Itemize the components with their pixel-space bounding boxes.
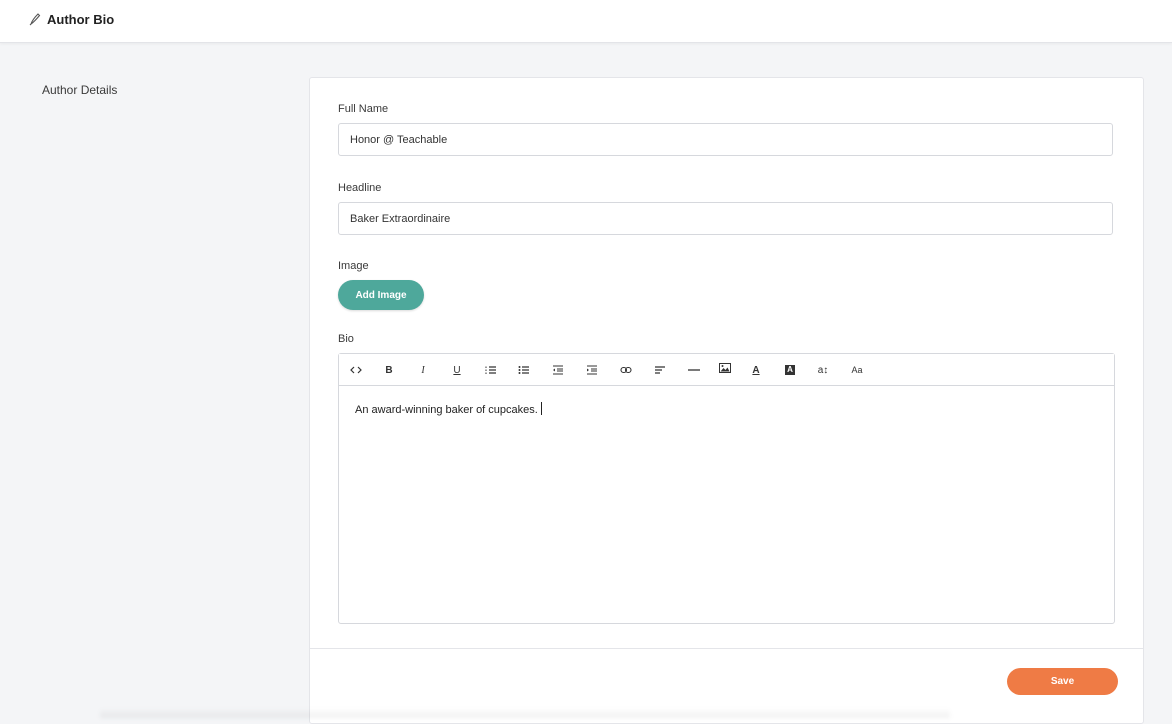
page-title: Author Bio	[47, 12, 115, 27]
pen-nib-icon	[29, 12, 41, 26]
bio-label: Bio	[338, 333, 354, 345]
save-button[interactable]: Save	[1007, 668, 1118, 695]
editor-toolbar: B I U A A a↕ Aa	[339, 354, 1114, 386]
insert-image-icon[interactable]	[717, 360, 733, 376]
add-image-button[interactable]: Add Image	[338, 280, 424, 310]
bold-button[interactable]: B	[381, 362, 397, 378]
card-divider	[310, 648, 1143, 649]
image-label: Image	[338, 260, 369, 272]
full-name-input[interactable]	[338, 123, 1113, 156]
bio-editor-content[interactable]: An award-winning baker of cupcakes.	[355, 402, 542, 416]
ordered-list-icon[interactable]	[483, 362, 499, 378]
font-family-button[interactable]: Aa	[849, 362, 865, 378]
bio-text: An award-winning baker of cupcakes.	[355, 404, 538, 416]
text-color-button[interactable]: A	[748, 362, 764, 378]
highlight-color-button[interactable]: A	[782, 362, 798, 378]
align-left-icon[interactable]	[652, 362, 668, 378]
outdent-icon[interactable]	[550, 362, 566, 378]
section-label-author-details: Author Details	[42, 83, 118, 97]
bio-editor[interactable]: B I U A A a↕ Aa An award-winning baker o…	[338, 353, 1115, 624]
bullet-list-icon[interactable]	[516, 362, 532, 378]
horizontal-rule-icon[interactable]	[686, 362, 702, 378]
full-name-label: Full Name	[338, 103, 389, 115]
headline-label: Headline	[338, 182, 382, 194]
link-icon[interactable]	[618, 362, 634, 378]
indent-icon[interactable]	[584, 362, 600, 378]
bottom-shadow	[100, 708, 950, 718]
author-details-card: Full Name Headline Image Add Image Bio B…	[309, 77, 1144, 724]
text-cursor	[540, 402, 542, 415]
highlight-color-label: A	[785, 365, 795, 375]
code-view-icon[interactable]	[348, 362, 364, 378]
headline-input[interactable]	[338, 202, 1113, 235]
italic-button[interactable]: I	[415, 362, 431, 378]
top-bar: Author Bio	[0, 0, 1172, 43]
underline-button[interactable]: U	[449, 362, 465, 378]
font-size-button[interactable]: a↕	[815, 362, 831, 378]
